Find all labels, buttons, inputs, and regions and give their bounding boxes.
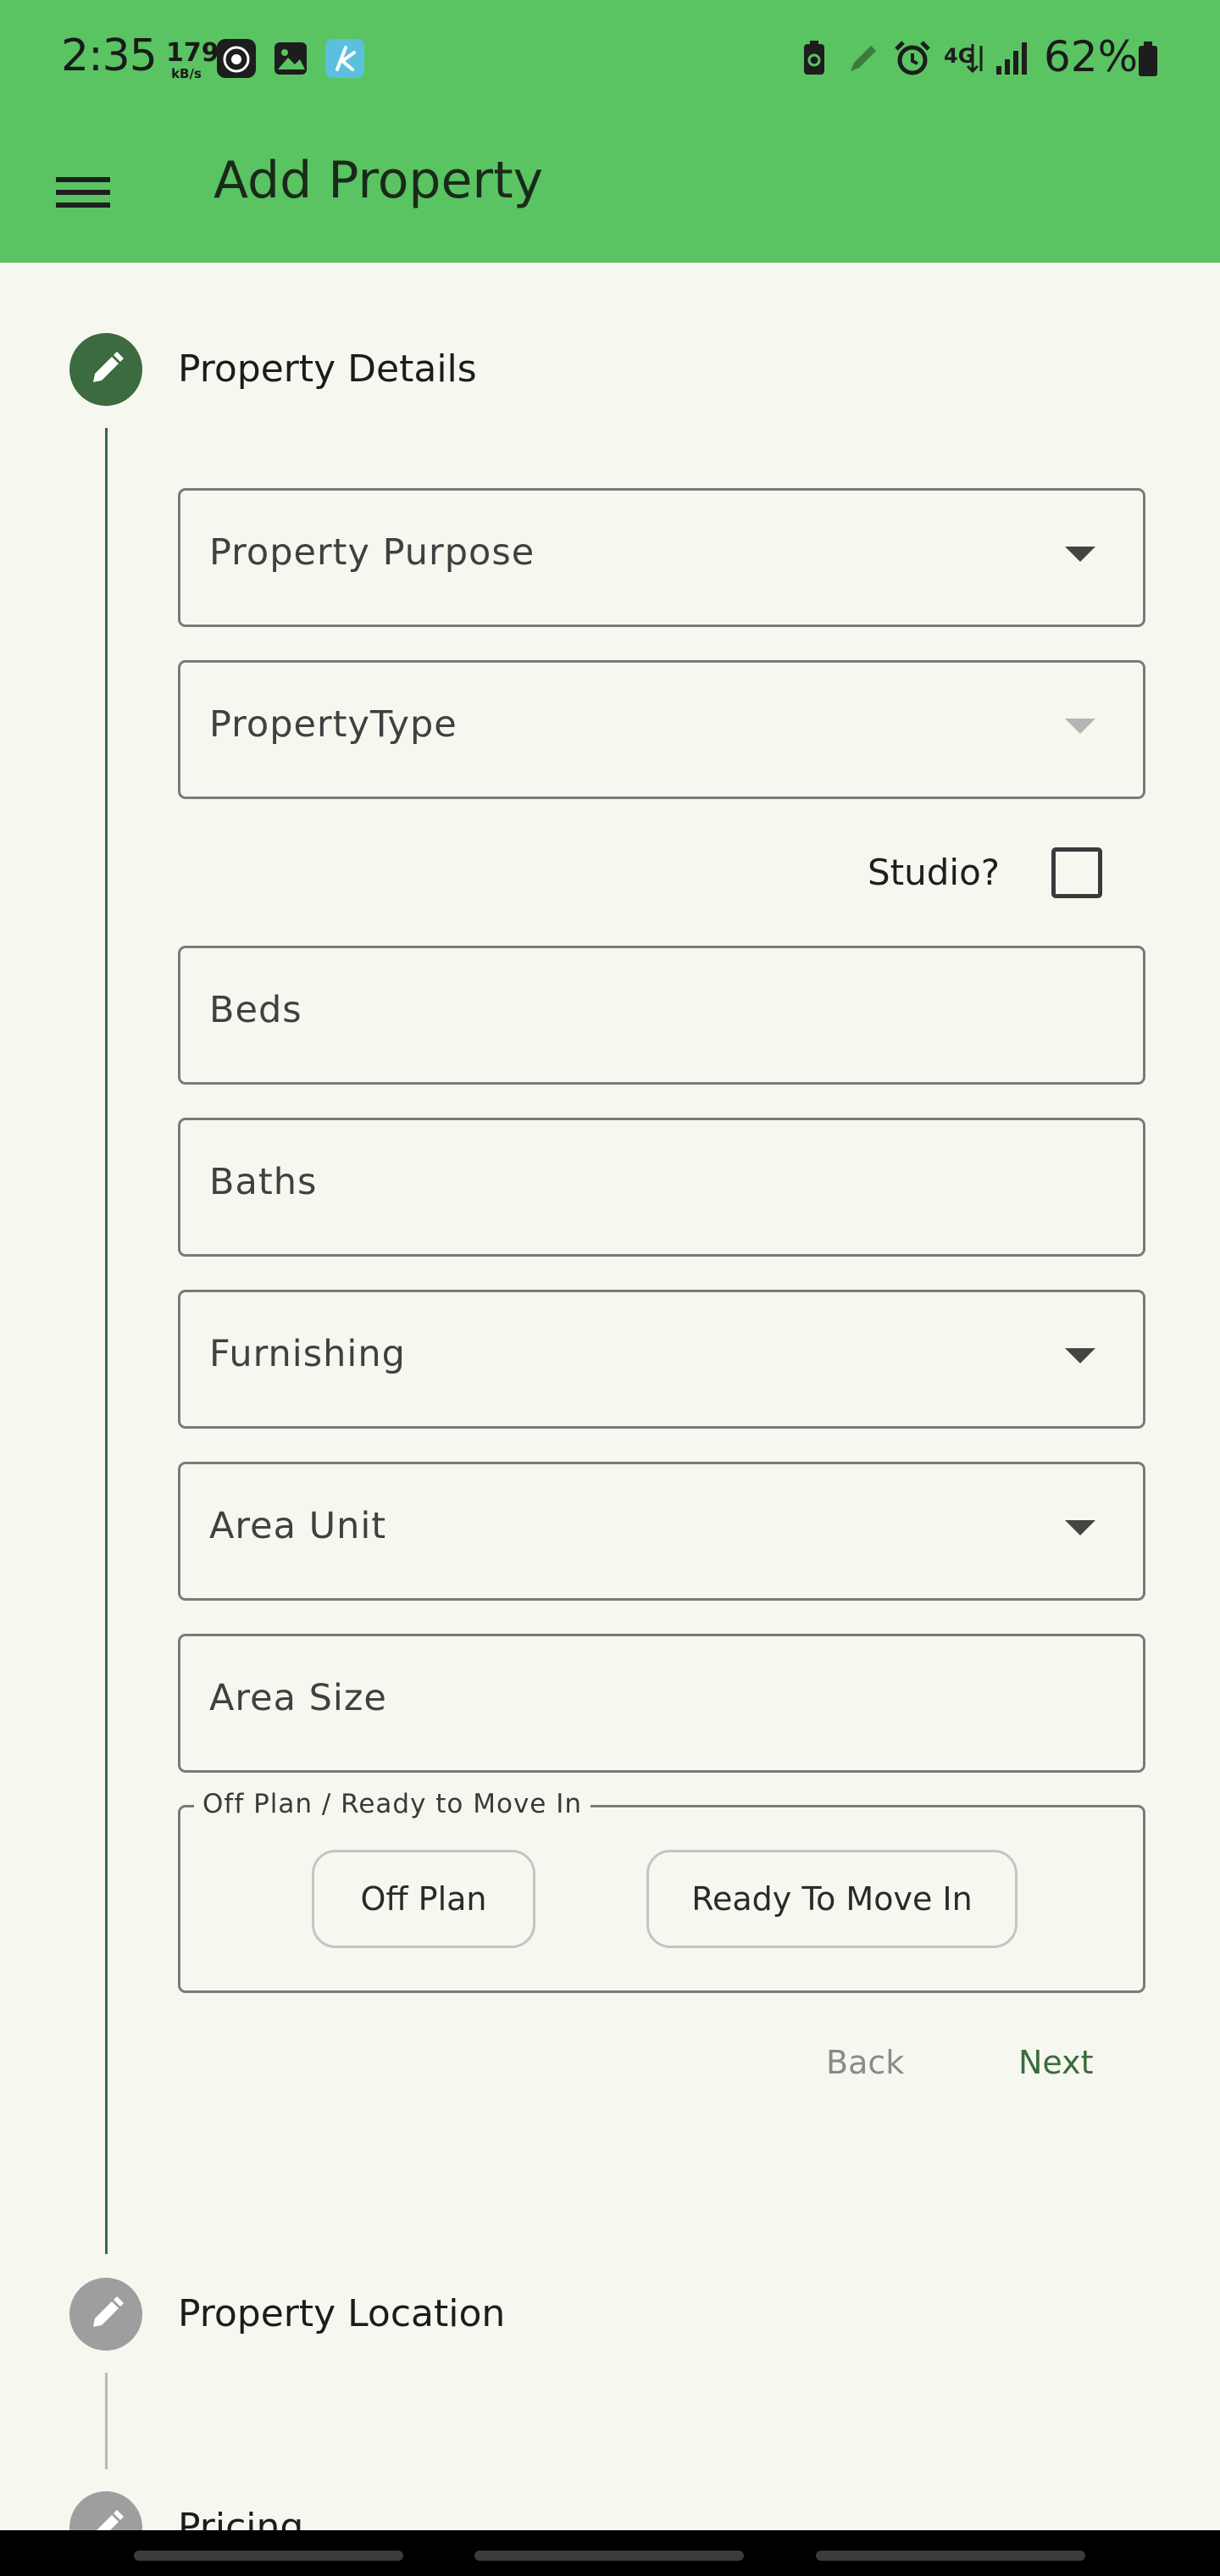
next-button[interactable]: Next [1018,2044,1094,2081]
back-button[interactable]: Back [826,2044,904,2081]
step-1-title[interactable]: Property Details [178,347,477,391]
gallery-icon [269,37,312,80]
nav-recent-apps[interactable] [134,2551,403,2561]
step-2-pencil-icon[interactable] [69,2278,142,2351]
area-size-label: Area Size [209,1677,387,1719]
step-1-connector-line [105,428,108,2254]
reddit-style-app-icon [215,37,258,80]
battery-icon [1127,37,1169,80]
chevron-down-icon [1065,719,1095,734]
chevron-down-icon [1065,547,1095,562]
nav-back[interactable] [816,2551,1085,2561]
alarm-icon [891,37,934,80]
chevron-down-icon [1065,1520,1095,1535]
property-purpose-label: Property Purpose [209,531,535,574]
furnishing-label: Furnishing [209,1333,406,1375]
studio-checkbox[interactable] [1051,847,1102,898]
status-bar: 2:35 179 kB/s 4G 62% [0,0,1220,119]
kite-app-icon [324,37,366,80]
off-plan-chip[interactable]: Off Plan [312,1850,535,1948]
network-speed: 179 kB/s [166,38,219,81]
chevron-down-icon [1065,1348,1095,1363]
completion-status-legend: Off Plan / Ready to Move In [194,1789,591,1819]
svg-text:4G: 4G [944,44,974,68]
ready-to-move-in-chip[interactable]: Ready To Move In [646,1850,1018,1948]
property-type-dropdown[interactable]: PropertyType [178,660,1145,799]
step-2-title[interactable]: Property Location [178,2292,505,2335]
app-bar: Add Property [0,119,1220,263]
step-1-pencil-icon[interactable] [69,333,142,406]
status-time: 2:35 [61,31,158,81]
4g-signal-icon: 4G [942,37,984,80]
step-2-connector-line [105,2373,108,2469]
beds-label: Beds [209,989,302,1031]
furnishing-dropdown[interactable]: Furnishing [178,1290,1145,1429]
completion-status-group: Off Plan / Ready to Move In Off Plan Rea… [178,1789,1145,1993]
studio-label: Studio? [868,852,1001,893]
network-speed-value: 179 [166,38,219,68]
area-unit-label: Area Unit [209,1505,387,1547]
pencil-icon [842,37,884,80]
hamburger-menu-icon[interactable] [47,157,119,228]
area-size-input[interactable]: Area Size [178,1634,1145,1773]
area-unit-dropdown[interactable]: Area Unit [178,1462,1145,1601]
battery-percentage: 62% [1044,32,1139,81]
baths-input[interactable]: Baths [178,1118,1145,1257]
signal-bars-icon [991,37,1034,80]
battery-saver-icon [793,37,835,80]
page-title: Add Property [214,151,544,210]
baths-label: Baths [209,1161,318,1203]
network-speed-unit: kB/s [171,66,202,81]
property-type-label: PropertyType [209,703,458,746]
beds-input[interactable]: Beds [178,946,1145,1085]
system-navigation-bar [0,2530,1220,2576]
property-purpose-dropdown[interactable]: Property Purpose [178,488,1145,627]
nav-home[interactable] [474,2551,744,2561]
